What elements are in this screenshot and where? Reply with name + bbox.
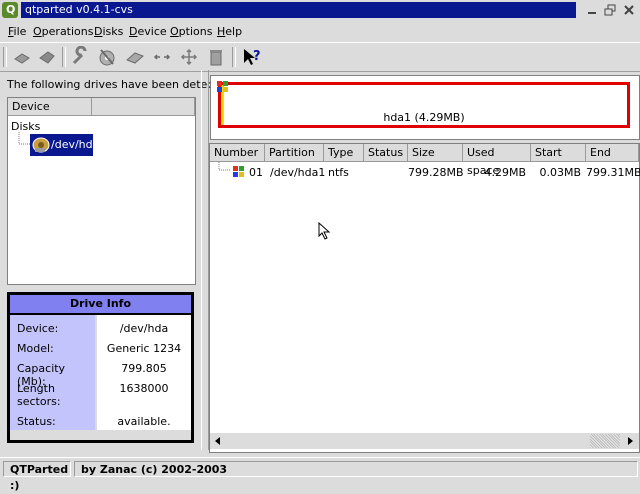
- menu-options[interactable]: Options: [170, 25, 212, 38]
- column-header-type[interactable]: Type: [324, 144, 364, 162]
- menu-file[interactable]: File: [8, 25, 26, 38]
- format-icon[interactable]: [96, 46, 118, 68]
- panel-splitter[interactable]: [201, 70, 209, 450]
- toolbar-separator: [62, 47, 66, 67]
- delete-partition-icon[interactable]: [36, 46, 58, 68]
- toolbar-handle[interactable]: [3, 47, 7, 67]
- drive-info-labels: Device: Model: Capacity (Mb): Length sec…: [10, 315, 95, 430]
- drive-info-title: Drive Info: [10, 295, 191, 315]
- disk-map-partition-label: hda1 (4.29MB): [383, 111, 465, 124]
- tree-connector-line: [218, 162, 230, 171]
- column-header-start[interactable]: Start: [531, 144, 586, 162]
- tree-item-dev-hda[interactable]: /dev/hda: [30, 134, 99, 156]
- drive-info-panel: Drive Info Device: Model: Capacity (Mb):…: [7, 292, 194, 443]
- close-icon[interactable]: [622, 3, 636, 17]
- device-column-header[interactable]: Device: [8, 98, 92, 116]
- tree-item-dev-hda-label: /dev/hda: [51, 138, 100, 151]
- scroll-left-icon[interactable]: [212, 435, 224, 447]
- menu-device[interactable]: Device: [129, 25, 167, 38]
- drive-info-label-model: Model:: [17, 342, 54, 355]
- drive-info-value-status: available.: [117, 415, 171, 428]
- status-right: by Zanac (c) 2002-2003: [74, 461, 638, 477]
- windows-flag-icon: [233, 166, 244, 177]
- drive-info-label-length: Length sectors:: [17, 382, 61, 408]
- horizontal-scrollbar[interactable]: [210, 433, 639, 449]
- status-bar: QTParted :) by Zanac (c) 2002-2003: [0, 457, 640, 492]
- move-icon[interactable]: [178, 46, 200, 68]
- status-left: QTParted :): [3, 461, 71, 492]
- trash-icon[interactable]: [205, 46, 227, 68]
- menu-bar: File Operations Disks Device Options Hel…: [0, 22, 640, 40]
- drive-info-value-capacity: 799.805: [121, 362, 167, 375]
- cell-number: 01: [249, 166, 263, 179]
- column-header-used-space[interactable]: Used space: [463, 144, 531, 177]
- column-header-status[interactable]: Status: [364, 144, 408, 162]
- drive-info-label-status: Status:: [17, 415, 56, 428]
- menu-help[interactable]: Help: [217, 25, 242, 38]
- drive-info-value-device: /dev/hda: [119, 322, 169, 335]
- cell-partition: /dev/hda1: [270, 166, 326, 179]
- cell-type: ntfs: [328, 166, 349, 179]
- column-header-partition[interactable]: Partition: [265, 144, 324, 162]
- column-header-number[interactable]: Number: [210, 144, 265, 162]
- cell-end: 799.31MB: [586, 166, 640, 179]
- windows-flag-icon: [217, 81, 228, 92]
- mouse-cursor-icon: [318, 222, 331, 240]
- toolbar-separator: [232, 47, 236, 67]
- partition-table[interactable]: Number Partition Type Status Size Used s…: [209, 143, 640, 453]
- drive-info-values: /dev/hda Generic 1234 799.805 1638000 av…: [97, 315, 191, 430]
- scrollbar-thumb[interactable]: [590, 434, 620, 448]
- tree-column-header[interactable]: [92, 98, 195, 116]
- cell-start: 0.03MB: [539, 166, 581, 179]
- minimize-icon[interactable]: [585, 3, 599, 17]
- window-title: qtparted v0.4.1-cvs: [25, 3, 133, 16]
- column-header-size[interactable]: Size: [408, 144, 463, 162]
- resize-icon[interactable]: [151, 46, 173, 68]
- app-icon[interactable]: Q: [2, 2, 18, 18]
- drive-info-value-length: 1638000: [119, 382, 169, 395]
- toolbar: ?: [0, 42, 640, 72]
- new-partition-icon[interactable]: [11, 46, 33, 68]
- column-header-end[interactable]: End: [586, 144, 639, 162]
- device-tree[interactable]: Device Disks /dev/hda: [7, 97, 196, 285]
- cell-used-space: 4.29MB: [484, 166, 526, 179]
- whats-this-help-icon[interactable]: ?: [241, 46, 263, 68]
- svg-text:?: ?: [253, 49, 261, 64]
- menu-operations[interactable]: Operations: [33, 25, 94, 38]
- cell-size: 799.28MB: [408, 166, 464, 179]
- eraser-icon[interactable]: [124, 46, 146, 68]
- harddisk-icon: [32, 137, 50, 153]
- drive-info-value-model: Generic 1234: [106, 342, 182, 355]
- drive-info-label-device: Device:: [17, 322, 59, 335]
- scroll-right-icon[interactable]: [624, 435, 636, 447]
- wrench-icon[interactable]: [69, 46, 91, 68]
- menu-disks[interactable]: Disks: [94, 25, 123, 38]
- title-bar[interactable]: Q qtparted v0.4.1-cvs: [0, 0, 640, 21]
- maximize-icon[interactable]: [603, 3, 617, 17]
